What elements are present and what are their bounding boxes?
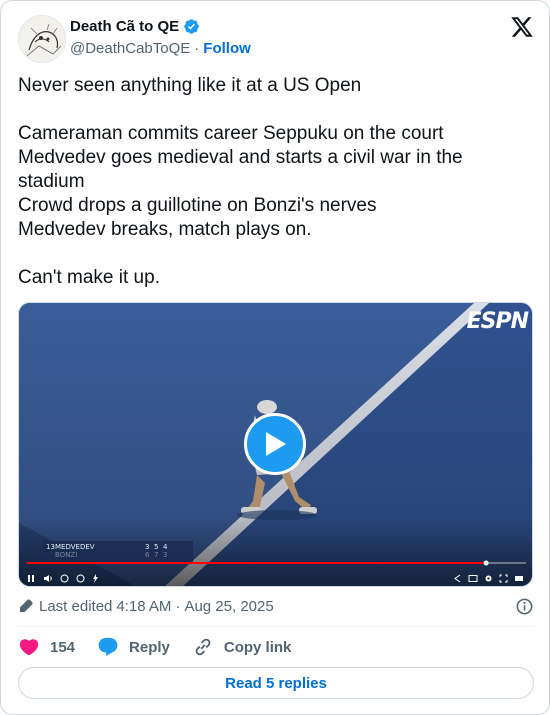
set-score: 5	[154, 543, 159, 551]
player-controls-left	[27, 574, 99, 583]
flash-icon[interactable]	[92, 574, 99, 583]
set-score: 7	[154, 551, 159, 558]
player-controls-right	[453, 574, 524, 583]
player-name: MEDVEDEV	[55, 543, 95, 551]
tweet-date[interactable]: Aug 25, 2025	[184, 598, 273, 615]
player-name: BONZI	[55, 551, 78, 558]
play-icon	[266, 432, 286, 456]
set-score: 4	[163, 543, 168, 551]
set-score: 3	[145, 543, 150, 551]
seed	[46, 551, 55, 558]
espn-logo: ESPN	[466, 309, 529, 334]
reply-bubble-icon	[98, 637, 118, 656]
volume-icon[interactable]	[43, 574, 53, 583]
rewind-10-icon[interactable]	[60, 574, 69, 583]
handle-separator: ·	[194, 40, 200, 57]
author-display-name[interactable]: Death Cã to QE	[70, 18, 179, 35]
set-score: 3	[163, 551, 168, 558]
divider	[18, 626, 534, 627]
captions-icon[interactable]	[468, 574, 478, 583]
tweet-card: Death Cã to QE @DeathCabToQE · Follow N…	[0, 0, 550, 715]
copy-link-label: Copy link	[223, 638, 292, 656]
verified-badge-icon	[184, 19, 199, 34]
author-name-row[interactable]: Death Cã to QE	[70, 18, 200, 35]
tweet-header: Death Cã to QE @DeathCabToQE · Follow	[18, 15, 534, 63]
scoreboard-text: 13 MEDVEDEV 3 5 4 BONZI 6 7 3	[46, 543, 191, 558]
copy-link-button[interactable]: Copy link	[192, 636, 292, 658]
read-replies-button[interactable]: Read 5 replies	[18, 667, 534, 699]
theater-icon[interactable]	[514, 574, 524, 583]
play-button[interactable]	[244, 413, 306, 475]
forward-10-icon[interactable]	[76, 574, 85, 583]
author-handle-row: @DeathCabToQE · Follow	[70, 40, 251, 57]
author-handle[interactable]: @DeathCabToQE	[70, 40, 190, 57]
share-icon[interactable]	[453, 574, 462, 583]
avatar[interactable]	[18, 15, 66, 63]
scoreboard-row: BONZI 6 7 3	[46, 551, 191, 558]
seed: 13	[46, 543, 55, 551]
tweet-text: Never seen anything like it at a US Open…	[18, 75, 463, 288]
reply-button[interactable]: Reply	[97, 636, 170, 658]
like-count: 154	[50, 638, 76, 656]
fullscreen-icon[interactable]	[499, 574, 508, 583]
edit-prefix: Last edited	[39, 597, 113, 615]
edit-info: Last edited 4:18 AM · Aug 25, 2025	[18, 595, 534, 617]
action-bar: 154 Reply Copy link	[18, 635, 313, 659]
progress-knob[interactable]	[483, 560, 489, 566]
video-player[interactable]: ESPN 13 MEDVEDEV 3 5 4 BONZI 6 7 3	[18, 302, 533, 587]
reply-label: Reply	[129, 638, 170, 656]
follow-button[interactable]: Follow	[203, 40, 251, 57]
x-logo-icon[interactable]	[510, 15, 534, 39]
meta-separator: ·	[175, 597, 181, 615]
link-icon	[195, 638, 211, 656]
pencil-icon	[20, 599, 33, 612]
heart-icon	[19, 639, 39, 656]
set-score: 6	[145, 551, 150, 558]
progress-fill	[27, 562, 487, 564]
info-icon[interactable]	[515, 597, 534, 616]
pause-icon[interactable]	[27, 574, 36, 583]
scoreboard-row: 13 MEDVEDEV 3 5 4	[46, 543, 191, 551]
tweet-time[interactable]: 4:18 AM	[116, 598, 171, 615]
like-button[interactable]: 154	[18, 636, 75, 658]
gear-icon[interactable]	[484, 574, 493, 583]
